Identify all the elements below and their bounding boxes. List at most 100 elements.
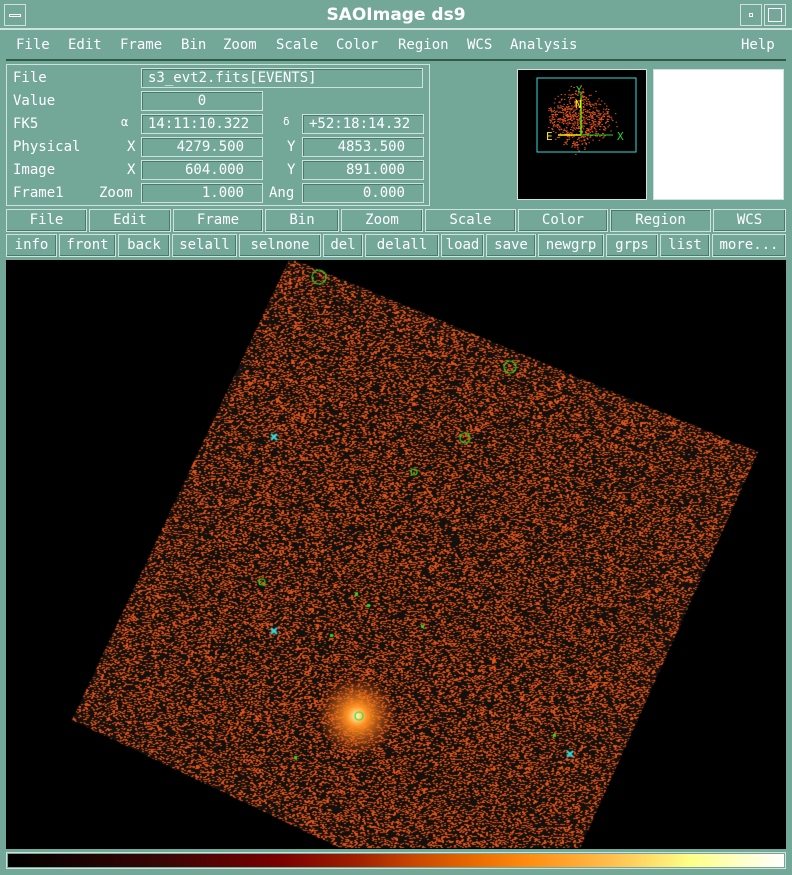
panner-event — [593, 124, 595, 126]
panner-event — [586, 117, 588, 119]
region-load-button[interactable]: load — [441, 234, 484, 257]
bb-zoom-button[interactable]: Zoom — [341, 209, 423, 232]
minimize-button[interactable] — [740, 4, 762, 26]
region-list-button[interactable]: list — [660, 234, 710, 257]
panner-event — [591, 117, 593, 119]
panner-event — [586, 109, 589, 111]
bb-file-button[interactable]: File — [6, 209, 87, 232]
panner-event — [582, 116, 584, 118]
panner-event — [575, 153, 577, 155]
panner-event — [603, 114, 605, 116]
bb-edit-button[interactable]: Edit — [89, 209, 171, 232]
menu-color[interactable]: Color — [336, 37, 378, 53]
menu-analysis[interactable]: Analysis — [510, 37, 577, 53]
panner-event — [589, 103, 591, 105]
panner-event — [566, 135, 569, 137]
panner-event — [609, 116, 611, 118]
image-display[interactable] — [6, 260, 786, 849]
image-x-field: 604.000 — [141, 160, 263, 180]
panner-event — [566, 108, 569, 110]
panner-event — [576, 119, 579, 121]
panner-event — [562, 112, 564, 113]
panner-event — [581, 135, 583, 137]
panner-event — [583, 92, 585, 93]
fk5-label: FK5 — [13, 116, 39, 132]
panner-event — [550, 111, 553, 113]
panner-event — [586, 138, 588, 139]
panner-event — [603, 116, 606, 118]
panner-event — [555, 111, 557, 113]
panner-event — [597, 133, 599, 135]
panner-event — [585, 96, 587, 98]
panner-event — [578, 130, 581, 132]
panner-event — [577, 138, 579, 140]
colorbar[interactable] — [6, 852, 786, 869]
panner-event — [594, 135, 597, 137]
menu-file[interactable]: File — [16, 37, 50, 53]
menu-edit[interactable]: Edit — [68, 37, 102, 53]
panner-event — [604, 129, 606, 131]
region-del-button[interactable]: del — [323, 234, 363, 257]
panner[interactable]: N E X Y — [517, 69, 647, 200]
panner-event — [585, 143, 587, 144]
bb-region-button[interactable]: Region — [610, 209, 711, 232]
panner-event — [566, 132, 568, 134]
menu-scale[interactable]: Scale — [276, 37, 318, 53]
panner-event — [578, 127, 581, 129]
angle-field: 0.000 — [302, 183, 424, 203]
panner-event — [599, 122, 602, 124]
region-back-button[interactable]: back — [118, 234, 170, 257]
region-newgrp-button[interactable]: newgrp — [538, 234, 604, 257]
menu-help[interactable]: Help — [741, 37, 775, 53]
bb-frame-button[interactable]: Frame — [173, 209, 263, 232]
panner-event — [555, 125, 557, 127]
menu-bin[interactable]: Bin — [181, 37, 206, 53]
maximize-button[interactable] — [764, 4, 786, 26]
panner-event — [600, 118, 603, 120]
panner-event — [584, 148, 586, 150]
menu-region[interactable]: Region — [398, 37, 449, 53]
region-grps-button[interactable]: grps — [606, 234, 658, 257]
panner-event — [591, 125, 594, 127]
bb-scale-button[interactable]: Scale — [425, 209, 516, 232]
panner-event — [576, 116, 578, 118]
bb-color-button[interactable]: Color — [518, 209, 608, 232]
panner-event — [568, 139, 570, 141]
panner-event — [555, 138, 557, 140]
panner-event — [562, 131, 564, 133]
region-save-button[interactable]: save — [486, 234, 536, 257]
file-field: s3_evt2.fits[EVENTS] — [141, 68, 423, 88]
panner-event — [581, 124, 584, 126]
panner-event — [568, 108, 570, 110]
panner-event — [601, 100, 603, 102]
region-info-button[interactable]: info — [6, 234, 57, 257]
region-selnone-button[interactable]: selnone — [239, 234, 321, 257]
panner-event — [565, 111, 567, 113]
panner-event — [571, 119, 574, 121]
panner-event — [573, 124, 576, 126]
panner-event — [589, 124, 591, 126]
region-front-button[interactable]: front — [59, 234, 116, 257]
panner-event — [564, 141, 566, 143]
panner-event — [606, 120, 608, 122]
panner-event — [579, 140, 581, 142]
zoom-label: Zoom — [99, 185, 133, 201]
panner-event — [582, 96, 585, 98]
region-selall-button[interactable]: selall — [172, 234, 237, 257]
region-delall-button[interactable]: delall — [365, 234, 439, 257]
menu-zoom[interactable]: Zoom — [223, 37, 257, 53]
panner-event — [551, 119, 553, 121]
panner-event — [602, 111, 604, 113]
bb-bin-button[interactable]: Bin — [265, 209, 339, 232]
region-more-button[interactable]: more... — [712, 234, 786, 257]
panner-event — [573, 140, 575, 142]
panner-event — [548, 109, 550, 111]
panner-event — [564, 94, 566, 96]
value-field: 0 — [141, 91, 263, 111]
panner-event — [563, 98, 566, 100]
menu-frame[interactable]: Frame — [120, 37, 162, 53]
panner-event — [554, 98, 556, 100]
panner-event — [558, 129, 561, 131]
menu-wcs[interactable]: WCS — [467, 37, 492, 53]
bb-wcs-button[interactable]: WCS — [713, 209, 786, 232]
